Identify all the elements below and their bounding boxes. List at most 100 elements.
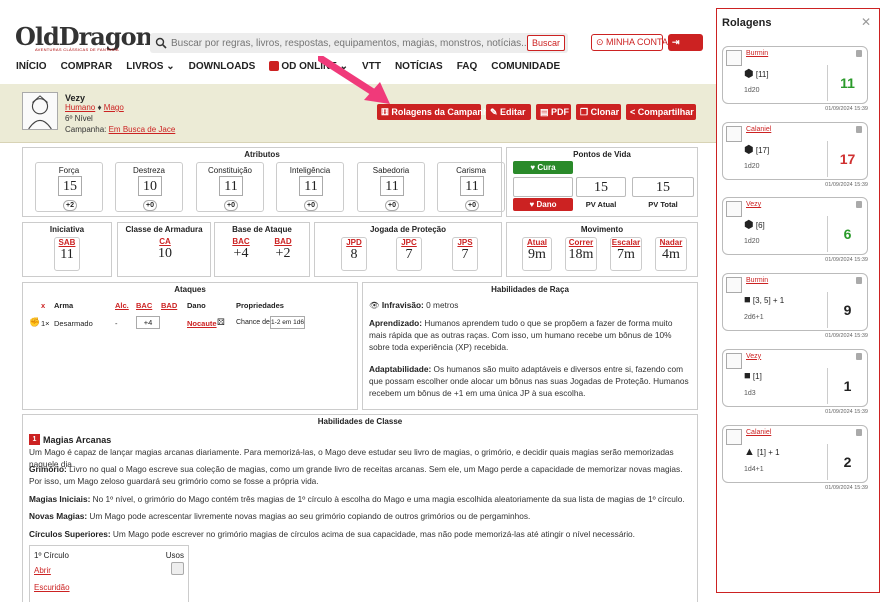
trash-icon[interactable] xyxy=(856,428,862,436)
dice-icon: ⬢ xyxy=(744,219,754,232)
trash-icon[interactable] xyxy=(856,125,862,133)
attr-mod[interactable]: +0 xyxy=(385,200,399,211)
attr-mod[interactable]: +2 xyxy=(63,200,77,211)
nav-noticias[interactable]: NOTÍCIAS xyxy=(395,60,443,72)
move-nadar[interactable]: Nadar 4m xyxy=(655,237,687,271)
character-avatar xyxy=(22,92,58,130)
campaign-label: Campanha: xyxy=(65,125,107,134)
campaign-link[interactable]: Em Busca de Jace xyxy=(109,125,176,134)
logout-button[interactable]: ⇥ SAIR xyxy=(668,34,703,64)
circle-title: 1º Círculo xyxy=(34,551,69,560)
move-atual[interactable]: Atual 9m xyxy=(522,237,552,271)
nav-downloads[interactable]: DOWNLOADS xyxy=(189,60,256,72)
roll-user[interactable]: Vezy xyxy=(746,353,761,360)
nav-comprar[interactable]: COMPRAR xyxy=(61,60,113,72)
attr-mod[interactable]: +0 xyxy=(224,200,238,211)
attr-mod[interactable]: +0 xyxy=(143,200,157,211)
col-reach[interactable]: Alc. xyxy=(115,301,129,310)
site-logo[interactable]: OldDragon AVENTURAS CLÁSSICAS DE FANTASI… xyxy=(15,25,153,53)
grimorio-text: Livro no qual o Mago escreve sua coleção… xyxy=(29,464,683,486)
roll-dice: ■ [1] xyxy=(744,370,762,382)
rolls-panel: Rolagens ✕ Burmin ⬢ [11] 1d20 11 01/09/2024 … xyxy=(716,8,880,593)
roll-formula: 1d20 xyxy=(744,162,760,170)
spell-use-checkbox[interactable] xyxy=(171,562,184,575)
trash-icon[interactable] xyxy=(856,277,862,285)
dice-roll-icon[interactable]: ⚄ xyxy=(217,317,225,328)
class-link[interactable]: Mago xyxy=(104,103,124,112)
attr-value[interactable]: 11 xyxy=(380,176,404,196)
col-props: Propriedades xyxy=(236,301,284,310)
attr-value[interactable]: 10 xyxy=(138,176,162,196)
attr-value[interactable]: 11 xyxy=(219,176,243,196)
move-escalar[interactable]: Escalar 7m xyxy=(610,237,642,271)
jpc-stat[interactable]: JPC 7 xyxy=(396,237,422,271)
search-input[interactable] xyxy=(171,35,531,51)
search-button[interactable]: Buscar xyxy=(526,35,565,51)
initiative-stat[interactable]: SAB 11 xyxy=(54,237,80,271)
roll-user[interactable]: Burmin xyxy=(746,277,768,284)
attack-damage[interactable]: Nocaute xyxy=(187,319,217,328)
hp-current-label: PV Atual xyxy=(585,200,617,209)
armor-label[interactable]: CA xyxy=(151,237,179,246)
bac-label[interactable]: BAC xyxy=(228,237,254,246)
jpd-stat[interactable]: JPD 8 xyxy=(341,237,367,271)
edit-icon: ✎ xyxy=(490,107,501,117)
attr-mod[interactable]: +0 xyxy=(304,200,318,211)
jps-stat[interactable]: JPS 7 xyxy=(452,237,478,271)
edit-button[interactable]: ✎ Editar xyxy=(486,104,531,120)
initiative-panel: Iniciativa SAB 11 xyxy=(22,222,112,277)
attack-reach: - xyxy=(115,319,118,328)
attr-value[interactable]: 11 xyxy=(460,176,484,196)
race-link[interactable]: Humano xyxy=(65,103,95,112)
initiative-title: Iniciativa xyxy=(49,225,85,234)
col-bac[interactable]: BAC xyxy=(136,301,152,310)
trash-icon[interactable] xyxy=(856,201,862,209)
hp-current-field[interactable]: 15 xyxy=(576,177,626,197)
magias-iniciais-label: Magias Iniciais: xyxy=(29,494,91,504)
campaign-rolls-button[interactable]: ⚅ Rolagens da Campanha xyxy=(377,104,493,120)
trash-icon[interactable] xyxy=(856,50,862,57)
heal-button[interactable]: ♥ Cura xyxy=(513,161,573,174)
attr-mod[interactable]: +0 xyxy=(465,200,479,211)
close-icon[interactable]: ✕ xyxy=(861,15,871,29)
clone-button[interactable]: ❐ Clonar xyxy=(576,104,621,120)
fist-icon: ✊ xyxy=(29,317,41,327)
roll-user[interactable]: Burmin xyxy=(746,50,768,57)
roll-date: 01/09/2024 15:39 xyxy=(825,106,868,112)
roll-user[interactable]: Calaniel xyxy=(746,126,771,133)
attacks-title: Ataques xyxy=(174,285,206,294)
bad-label[interactable]: BAD xyxy=(270,237,296,246)
roll-user[interactable]: Vezy xyxy=(746,201,761,208)
attack-prop-value[interactable]: 1-2 em 1d6 xyxy=(270,316,305,329)
nav-faq[interactable]: FAQ xyxy=(457,60,478,72)
hp-amount-input[interactable] xyxy=(513,177,573,197)
search-bar: Buscar xyxy=(150,33,568,53)
hp-total-field[interactable]: 15 xyxy=(632,177,694,197)
od-badge-icon xyxy=(269,61,280,71)
novas-magias-label: Novas Magias: xyxy=(29,511,88,521)
jpc-value: 7 xyxy=(405,247,413,262)
roll-user[interactable]: Calaniel xyxy=(746,429,771,436)
damage-button[interactable]: ♥ Dano xyxy=(513,198,573,211)
nav-inicio[interactable]: INÍCIO xyxy=(16,60,47,72)
col-weapon: Arma xyxy=(54,301,74,310)
pointer-arrow-icon xyxy=(318,56,390,104)
nav-comunidade[interactable]: COMUNIDADE xyxy=(491,60,560,72)
pdf-button[interactable]: ▤ PDF xyxy=(536,104,571,120)
avatar xyxy=(726,125,742,142)
attack-bac[interactable]: +4 xyxy=(136,316,160,329)
share-button[interactable]: < Compartilhar xyxy=(626,104,696,120)
move-correr[interactable]: Correr 18m xyxy=(565,237,597,271)
spell-link-escuridao[interactable]: Escuridão xyxy=(34,583,70,592)
saves-panel: Jogada de Proteção JPD 8 JPC 7 JPS 7 xyxy=(314,222,502,277)
nav-livros[interactable]: LIVROS ⌄ xyxy=(126,60,174,72)
account-button[interactable]: ⊙ MINHA CONTA xyxy=(591,34,668,51)
bac-stat: BAC +4 xyxy=(228,237,254,262)
spell-link-abrir[interactable]: Abrir xyxy=(34,566,51,575)
col-bad[interactable]: BAD xyxy=(161,301,177,310)
dice-icon: ▲ xyxy=(744,445,755,458)
attr-value[interactable]: 11 xyxy=(299,176,323,196)
trash-icon[interactable] xyxy=(856,352,862,360)
attr-value[interactable]: 15 xyxy=(58,176,82,196)
roll-formula: 1d20 xyxy=(744,87,760,94)
